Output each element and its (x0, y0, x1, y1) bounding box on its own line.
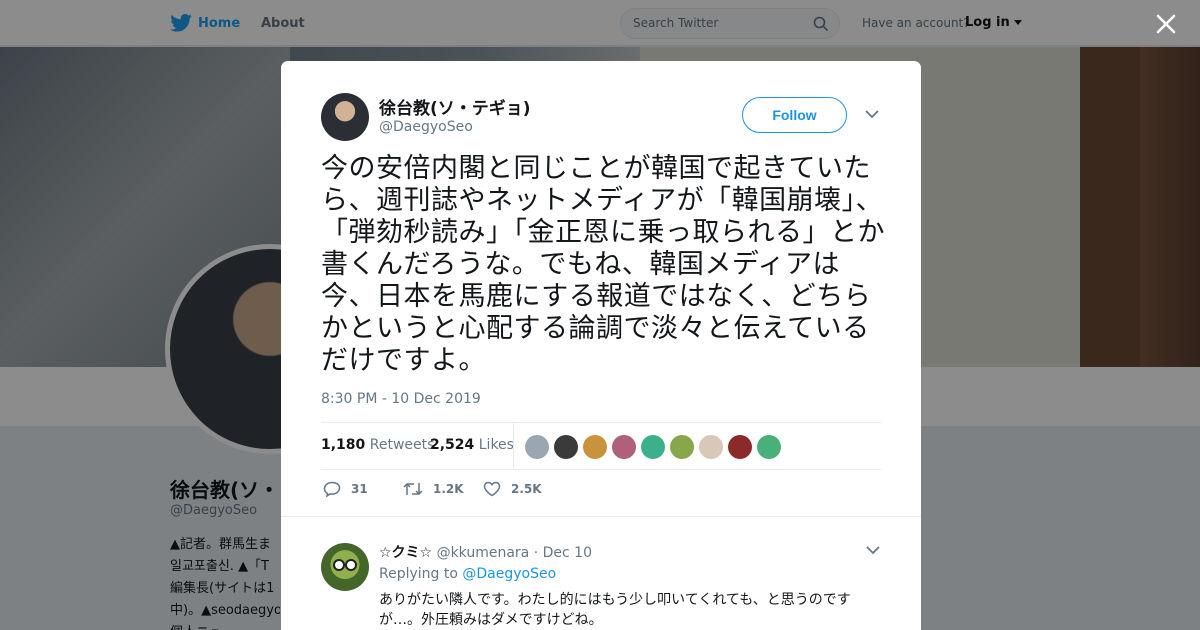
retweets-stat[interactable]: 1,180 Retweets (321, 437, 434, 453)
author-avatar[interactable] (321, 93, 369, 141)
like-button[interactable]: 2.5K (483, 481, 542, 497)
avatar-eye (333, 559, 345, 571)
follow-button[interactable]: Follow (742, 97, 847, 133)
author-name[interactable]: 徐台教(ソ・テギョ) (379, 94, 531, 119)
tweet-actions: 31 1.2K 2.5K (321, 481, 881, 501)
reply-author-handle[interactable]: @kkumenara (437, 545, 530, 561)
like-count: 2.5K (511, 482, 542, 496)
likes-count: 2,524 (430, 437, 475, 453)
reply-date[interactable]: · Dec 10 (534, 545, 592, 561)
retweet-icon (403, 482, 423, 496)
likes-stat[interactable]: 2,524 Likes (430, 437, 514, 453)
reply-text: ありがたい隣人です。わたし的にはもう少し叩いてくれても、と思うのですが…。外圧頼… (379, 592, 851, 628)
avatar-eye (345, 559, 357, 571)
tweet-text: 今の安倍内閣と同じことが韓国で起きていたら、週刊誌やネットメディアが「韓国崩壊」… (321, 153, 885, 376)
author-handle[interactable]: @DaegyoSeo (379, 119, 473, 135)
heart-icon (483, 481, 501, 497)
reply-author-name[interactable]: ☆クミ☆ (379, 545, 432, 561)
stats-divider (513, 423, 514, 469)
likers-avatars (525, 435, 781, 459)
reply-avatar[interactable] (321, 543, 369, 591)
reply-button[interactable]: 31 (323, 481, 368, 497)
chevron-down-icon[interactable] (865, 109, 879, 119)
reply-divider (281, 516, 921, 526)
liker-avatar[interactable] (525, 435, 549, 459)
liker-avatar[interactable] (757, 435, 781, 459)
close-icon[interactable] (1156, 14, 1176, 34)
liker-avatar[interactable] (583, 435, 607, 459)
liker-avatar[interactable] (612, 435, 636, 459)
reply-header: ☆クミ☆ @kkumenara · Dec 10 (379, 542, 592, 562)
liker-avatar[interactable] (641, 435, 665, 459)
liker-avatar[interactable] (670, 435, 694, 459)
retweets-label: Retweets (369, 437, 435, 453)
tweet-modal: 徐台教(ソ・テギョ) @DaegyoSeo Follow 今の安倍内閣と同じこと… (281, 61, 921, 630)
retweet-count: 1.2K (433, 482, 464, 496)
liker-avatar[interactable] (728, 435, 752, 459)
replying-to-link[interactable]: @DaegyoSeo (462, 566, 556, 582)
tweet-stats: 1,180 Retweets 2,524 Likes (321, 422, 881, 470)
replying-to: Replying to @DaegyoSeo (379, 566, 556, 582)
retweet-button[interactable]: 1.2K (403, 481, 464, 497)
chevron-down-icon[interactable] (866, 545, 880, 555)
reply-count: 31 (351, 482, 368, 496)
retweets-count: 1,180 (321, 437, 366, 453)
likes-label: Likes (478, 437, 514, 453)
liker-avatar[interactable] (699, 435, 723, 459)
tweet-timestamp[interactable]: 8:30 PM - 10 Dec 2019 (321, 391, 481, 407)
reply-icon (323, 481, 341, 497)
replying-prefix: Replying to (379, 566, 458, 582)
liker-avatar[interactable] (554, 435, 578, 459)
